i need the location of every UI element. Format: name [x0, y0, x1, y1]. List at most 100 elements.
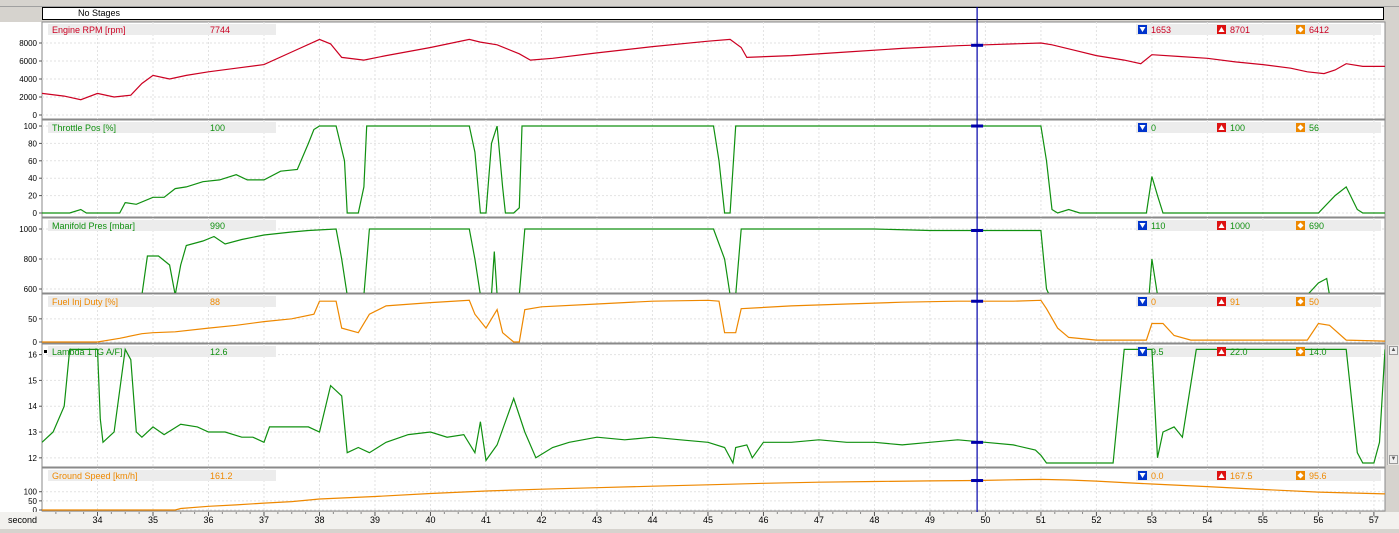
min-stat-value: 110 — [1151, 221, 1165, 231]
stats-band — [1136, 24, 1381, 35]
y-tick-label: 0 — [33, 338, 38, 347]
x-tick-label: 41 — [481, 515, 491, 525]
horizontal-scrollbar[interactable] — [0, 529, 1399, 533]
max-stat-icon — [1217, 471, 1226, 480]
x-tick-label: 44 — [647, 515, 657, 525]
stats-band — [1136, 122, 1381, 133]
y-tick-label: 13 — [28, 428, 37, 437]
x-tick-label: 42 — [536, 515, 546, 525]
cursor-value: 161.2 — [210, 471, 233, 481]
x-tick-label: 43 — [592, 515, 602, 525]
x-tick-label: 47 — [814, 515, 824, 525]
x-tick-label: 45 — [703, 515, 713, 525]
x-tick-label: 38 — [314, 515, 324, 525]
panel-2[interactable]: 600 800 1000 Manifold Pres [mbar] 990 110 1000… — [19, 217, 1386, 295]
panel-3[interactable]: 0 50 Fuel Inj Duty [%] 88 0 91 50 — [28, 293, 1386, 347]
x-tick-label: 49 — [925, 515, 935, 525]
channel-name: Manifold Pres [mbar] — [52, 221, 135, 231]
max-stat-value: 8701 — [1230, 25, 1250, 35]
y-tick-label: 600 — [24, 285, 38, 294]
y-tick-label: 50 — [28, 315, 37, 324]
scroll-up-arrow-icon[interactable]: ▲ — [1389, 346, 1398, 355]
max-stat-value: 167.5 — [1230, 471, 1253, 481]
x-tick-label: 36 — [203, 515, 213, 525]
y-tick-label: 16 — [28, 351, 37, 360]
avg-stat-icon — [1296, 25, 1305, 34]
y-tick-label: 100 — [24, 488, 38, 497]
y-tick-label: 6000 — [19, 57, 37, 66]
channel-name: Engine RPM [rpm] — [52, 25, 126, 35]
stats-band — [1136, 296, 1381, 307]
panel-frame — [41, 343, 1386, 468]
scroll-down-arrow-icon[interactable]: ▼ — [1389, 455, 1398, 464]
y-tick-label: 0 — [33, 209, 38, 218]
min-stat-value: 0 — [1151, 297, 1156, 307]
y-tick-label: 8000 — [19, 39, 37, 48]
min-stat-icon — [1138, 297, 1147, 306]
y-tick-label: 14 — [28, 402, 37, 411]
cursor-value: 990 — [210, 221, 225, 231]
cursor-value: 12.6 — [210, 347, 228, 357]
min-stat-icon — [1138, 25, 1147, 34]
max-stat-value: 91 — [1230, 297, 1240, 307]
min-stat-icon — [1138, 123, 1147, 132]
y-tick-label: 50 — [28, 497, 37, 506]
avg-stat-value: 6412 — [1309, 25, 1329, 35]
cursor-value: 88 — [210, 297, 220, 307]
min-stat-value: 0 — [1151, 123, 1156, 133]
panel-4[interactable]: 12 13 14 15 16 Lambda 1 [G A/F] 12.6 9.5 22.0 14.… — [28, 343, 1386, 468]
x-tick-label: 50 — [980, 515, 990, 525]
panel-frame — [41, 21, 1386, 120]
stats-band — [1136, 220, 1381, 231]
avg-stat-value: 56 — [1309, 123, 1319, 133]
y-tick-label: 2000 — [19, 93, 37, 102]
avg-stat-icon — [1296, 347, 1305, 356]
min-stat-value: 9.5 — [1151, 347, 1164, 357]
x-tick-label: 34 — [92, 515, 102, 525]
x-tick-label: 53 — [1147, 515, 1157, 525]
channel-name: Lambda 1 [G A/F] — [52, 347, 123, 357]
x-tick-label: 40 — [425, 515, 435, 525]
max-stat-value: 1000 — [1230, 221, 1250, 231]
x-tick-label: 48 — [869, 515, 879, 525]
min-stat-icon — [1138, 471, 1147, 480]
x-tick-label: 54 — [1202, 515, 1212, 525]
avg-stat-value: 95.6 — [1309, 471, 1327, 481]
avg-stat-value: 50 — [1309, 297, 1319, 307]
max-stat-icon — [1217, 25, 1226, 34]
active-channel-marker — [44, 350, 47, 353]
min-stat-value: 1653 — [1151, 25, 1171, 35]
y-tick-label: 80 — [28, 139, 37, 148]
y-tick-label: 15 — [28, 376, 37, 385]
telemetry-chart[interactable]: 02000400060008000Engine RPM [rpm] 7744 165… — [0, 0, 1399, 533]
x-axis-label: second — [8, 515, 37, 525]
max-stat-value: 100 — [1230, 123, 1245, 133]
y-tick-label: 1000 — [19, 225, 37, 234]
y-tick-label: 40 — [28, 174, 37, 183]
max-stat-icon — [1217, 123, 1226, 132]
avg-stat-icon — [1296, 123, 1305, 132]
x-tick-label: 51 — [1036, 515, 1046, 525]
stats-band — [1136, 470, 1381, 481]
x-tick-label: 56 — [1313, 515, 1323, 525]
panel-5[interactable]: 050100Ground Speed [km/h] 161.2 0.0 167.5 95… — [24, 467, 1386, 515]
cursor-value: 100 — [210, 123, 225, 133]
panel-frame — [41, 119, 1386, 218]
x-tick-label: 35 — [148, 515, 158, 525]
y-tick-label: 0 — [33, 111, 38, 120]
channel-name: Throttle Pos [%] — [52, 123, 116, 133]
avg-stat-icon — [1296, 471, 1305, 480]
panel-1[interactable]: 0 20 40 60 80 100 Throttle Pos [%] 100 0 100 56 — [24, 119, 1386, 218]
y-tick-label: 800 — [24, 255, 38, 264]
y-tick-label: 60 — [28, 157, 37, 166]
channel-name: Fuel Inj Duty [%] — [52, 297, 118, 307]
lambda-panel-scrollbar[interactable]: ▲ ▼ — [1387, 345, 1399, 465]
panel-0[interactable]: 0 2000 4000 6000 8000 Engine RPM [rpm] 7744 165… — [19, 21, 1386, 120]
avg-stat-icon — [1296, 221, 1305, 230]
x-tick-label: 46 — [758, 515, 768, 525]
y-tick-label: 20 — [28, 192, 37, 201]
avg-stat-icon — [1296, 297, 1305, 306]
min-stat-value: 0.0 — [1151, 471, 1164, 481]
min-stat-icon — [1138, 347, 1147, 356]
x-tick-label: 52 — [1091, 515, 1101, 525]
